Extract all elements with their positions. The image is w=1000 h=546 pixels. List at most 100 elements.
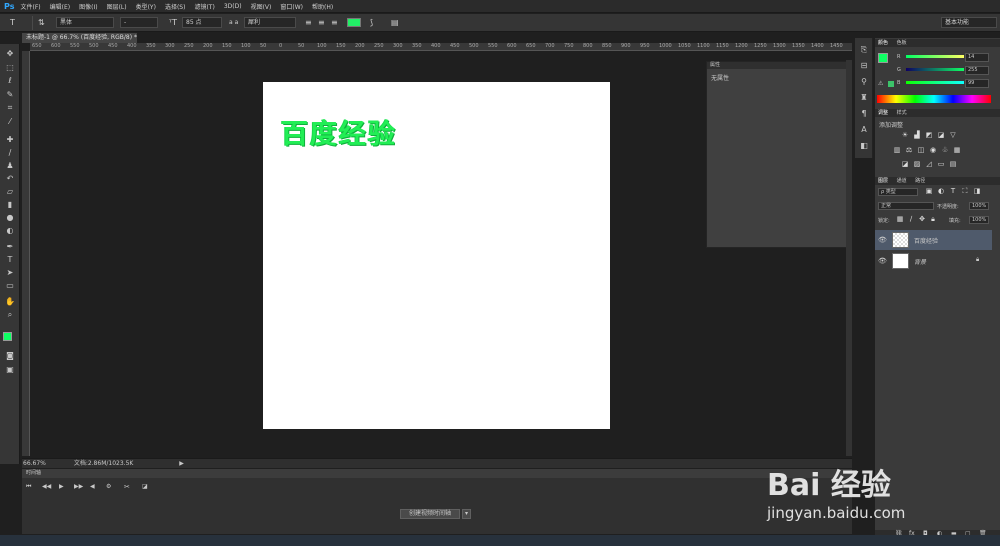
document-tab[interactable]: 未标题-1 @ 66.7% (百度经验, RGB/8) *: [22, 33, 137, 43]
menu-view[interactable]: 视图(V): [251, 2, 272, 11]
document-canvas[interactable]: 百度经验: [263, 82, 610, 429]
status-arrow-icon[interactable]: ▶: [179, 460, 184, 467]
r-slider[interactable]: [906, 55, 964, 58]
layer-name[interactable]: 背景: [914, 257, 926, 266]
lock-pixels-icon[interactable]: ∕: [907, 216, 915, 223]
gradient-map-icon[interactable]: ▭: [937, 161, 945, 168]
fill-value[interactable]: 100%: [969, 216, 989, 224]
eyedropper-tool-icon[interactable]: ⁄: [4, 116, 16, 127]
color-balance-icon[interactable]: ⚖: [905, 147, 913, 154]
text-color-swatch[interactable]: [347, 18, 361, 27]
r-value[interactable]: 14: [965, 53, 989, 62]
clone-panel-icon[interactable]: ♜: [858, 92, 870, 103]
levels-icon[interactable]: ▟: [913, 132, 921, 139]
transition-icon[interactable]: ◪: [142, 483, 148, 490]
tab-channels[interactable]: 通道: [897, 178, 907, 184]
next-frame-icon[interactable]: ▶▶: [74, 483, 83, 490]
menu-help[interactable]: 帮助(H): [312, 2, 333, 11]
menu-filter[interactable]: 滤镜(T): [194, 2, 214, 11]
filter-pixel-icon[interactable]: ▣: [925, 188, 933, 195]
gamut-color-chip[interactable]: [888, 81, 894, 87]
menu-3d[interactable]: 3D(D): [224, 3, 242, 10]
zoom-level[interactable]: 66.67%: [23, 460, 46, 467]
menu-file[interactable]: 文件(F): [20, 2, 40, 11]
menu-window[interactable]: 窗口(W): [280, 2, 303, 11]
font-style-select[interactable]: -: [120, 17, 158, 28]
screen-mode-icon[interactable]: ▣: [4, 364, 16, 375]
visibility-eye-icon[interactable]: 👁︎: [878, 257, 887, 265]
tab-layers[interactable]: 图层: [878, 178, 888, 184]
fg-color-chip[interactable]: [878, 53, 888, 63]
history-brush-icon[interactable]: ↶: [4, 173, 16, 184]
tab-adjustments[interactable]: 调整: [878, 110, 888, 116]
selective-color-icon[interactable]: ▤: [949, 161, 957, 168]
workspace-select[interactable]: 基本功能: [941, 17, 997, 28]
path-select-tool-icon[interactable]: ➤: [4, 267, 16, 278]
stamp-tool-icon[interactable]: ♟: [4, 160, 16, 171]
font-size-select[interactable]: 85 点: [182, 17, 222, 28]
menu-type[interactable]: 类型(Y): [136, 2, 156, 11]
crop-tool-icon[interactable]: ⌗: [4, 102, 16, 113]
eraser-tool-icon[interactable]: ▱: [4, 186, 16, 197]
play-icon[interactable]: ▶: [59, 483, 64, 490]
bw-icon[interactable]: ◫: [917, 147, 925, 154]
pen-tool-icon[interactable]: ✒: [4, 241, 16, 252]
brush-panel-icon[interactable]: ⚲: [858, 76, 870, 87]
layer-name[interactable]: 百度经验: [914, 236, 938, 245]
hue-sat-icon[interactable]: ▥: [893, 147, 901, 154]
color-lookup-icon[interactable]: ▦: [953, 147, 961, 154]
foreground-color-swatch[interactable]: [3, 332, 12, 341]
menu-select[interactable]: 选择(S): [165, 2, 186, 11]
menu-edit[interactable]: 编辑(E): [50, 2, 70, 11]
canvas-scrollbar[interactable]: [846, 60, 852, 456]
marquee-tool-icon[interactable]: ⬚: [4, 62, 16, 73]
layer-filter-select[interactable]: ρ 类型: [878, 188, 918, 196]
menu-image[interactable]: 图像(I): [79, 2, 97, 11]
shape-tool-icon[interactable]: ▭: [4, 280, 16, 291]
quick-mask-icon[interactable]: ◙: [4, 350, 16, 361]
exposure-icon[interactable]: ◪: [937, 132, 945, 139]
warp-text-icon[interactable]: ⟆: [370, 17, 373, 28]
filter-shape-icon[interactable]: ⛶: [961, 188, 969, 195]
brightness-icon[interactable]: ☀: [901, 132, 909, 139]
curves-icon[interactable]: ◩: [925, 132, 933, 139]
blur-tool-icon[interactable]: ●: [4, 212, 16, 223]
audio-icon[interactable]: ◀: [90, 483, 95, 490]
create-timeline-button[interactable]: 创建视频时间轴: [400, 509, 460, 519]
visibility-eye-icon[interactable]: 👁︎: [878, 236, 887, 244]
type-tool-side-icon[interactable]: T: [4, 254, 16, 265]
filter-smart-icon[interactable]: ◨: [973, 188, 981, 195]
gradient-tool-icon[interactable]: ▮: [4, 199, 16, 210]
antialias-select[interactable]: 犀利: [244, 17, 296, 28]
tab-styles[interactable]: 样式: [897, 110, 907, 116]
lasso-tool-icon[interactable]: ℓ: [4, 75, 16, 86]
invert-icon[interactable]: ◪: [901, 161, 909, 168]
history-panel-icon[interactable]: ⎘: [858, 44, 870, 55]
type-tool-icon[interactable]: T: [10, 17, 15, 28]
posterize-icon[interactable]: ▨: [913, 161, 921, 168]
notes-panel-icon[interactable]: ◧: [858, 140, 870, 151]
properties-panel-icon[interactable]: ⊟: [858, 60, 870, 71]
b-slider[interactable]: [906, 81, 964, 84]
filter-type-icon[interactable]: T: [949, 188, 957, 195]
timeline-dropdown-icon[interactable]: ▾: [462, 509, 471, 519]
layer-row[interactable]: 👁︎ 百度经验: [875, 230, 992, 250]
brush-tool-icon[interactable]: ∕: [4, 147, 16, 158]
timeline-title[interactable]: 时间轴: [22, 469, 852, 478]
move-tool-icon[interactable]: ✥: [4, 48, 16, 59]
tab-swatches[interactable]: 色板: [897, 40, 907, 46]
healing-tool-icon[interactable]: ✚: [4, 134, 16, 145]
align-left-icon[interactable]: ≡: [305, 17, 312, 28]
gamut-warning-icon[interactable]: ⚠: [878, 80, 883, 87]
settings-icon[interactable]: ⚙: [106, 483, 111, 490]
lock-position-icon[interactable]: ✥: [918, 216, 926, 223]
canvas-text-layer[interactable]: 百度经验: [281, 112, 397, 151]
filter-adjust-icon[interactable]: ◐: [937, 188, 945, 195]
color-spectrum-bar[interactable]: [877, 95, 991, 103]
vibrance-icon[interactable]: ▽: [949, 132, 957, 139]
panels-toggle-icon[interactable]: ▤: [391, 17, 399, 28]
properties-panel-title[interactable]: 属性: [707, 62, 850, 69]
tab-color[interactable]: 颜色: [878, 40, 888, 46]
font-family-select[interactable]: 黑体: [56, 17, 114, 28]
channel-mixer-icon[interactable]: ♧: [941, 147, 949, 154]
